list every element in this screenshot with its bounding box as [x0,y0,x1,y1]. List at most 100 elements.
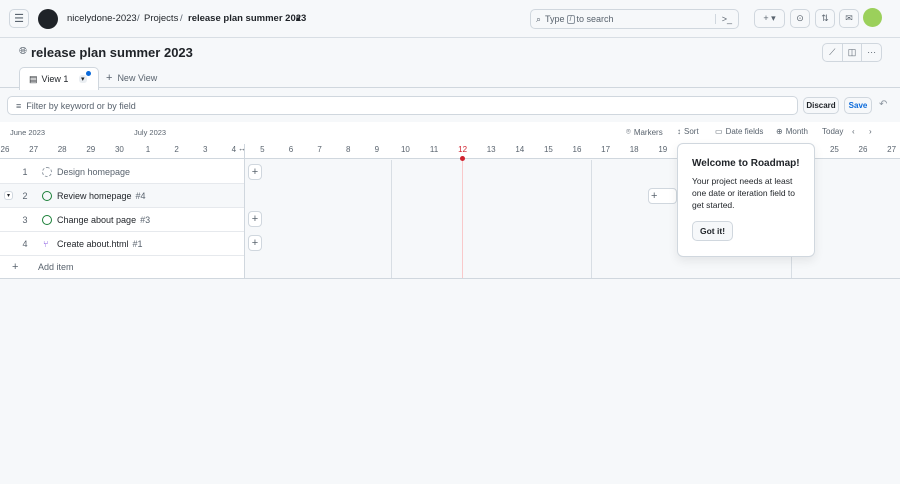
previous-button[interactable]: ‹ [852,127,855,136]
chevron-right-icon: › [869,127,872,136]
day-label: 30 [114,145,124,154]
inbox-button[interactable]: ✉ [839,9,859,28]
day-label: 27 [29,145,39,154]
day-label: 3 [202,145,208,154]
week-line [391,160,392,278]
day-label: 15 [543,145,553,154]
day-label: 19 [658,145,668,154]
breadcrumb-project[interactable]: release plan summer 2023 [188,13,306,24]
popover-body: Your project needs at least one date or … [692,176,796,210]
day-label: 18 [629,145,639,154]
chevron-left-icon: ‹ [852,127,855,136]
view-options-chevron-icon[interactable]: ▾ [79,75,87,83]
day-label: 12 [458,145,468,154]
avatar[interactable] [863,8,882,27]
day-label: 26 [858,145,868,154]
tab-view-1[interactable]: ▤ View 1 ▾ [19,67,99,90]
day-label: 5 [260,145,265,154]
marker-icon: ⌾ [626,127,631,136]
markers-button[interactable]: ⌾ Markers [626,127,663,137]
open-issue-icon [42,214,52,225]
day-label: 16 [572,145,582,154]
hamburger-icon: ☰ [14,13,24,25]
add-date-button[interactable]: + [248,164,262,180]
filter-icon: ≡ [16,100,22,111]
month-label: July 2023 [134,128,167,137]
filter-input[interactable]: ≡ Filter by keyword or by field [7,96,798,115]
github-logo-icon[interactable] [38,9,58,29]
plus-icon: + ▾ [763,13,776,23]
table-row[interactable]: 3 Change about page #3 [0,208,244,232]
day-label: 9 [374,145,380,154]
zoom-level-button[interactable]: ⊕ Month [776,127,808,136]
search-input[interactable]: ⌕ Type / to search >_ [530,9,739,29]
search-icon: ⌕ [536,13,542,24]
undo-icon[interactable]: ↶ [879,99,887,110]
issue-icon: ⊙ [796,13,804,23]
day-label: 1 [145,145,151,154]
inbox-icon: ✉ [845,13,853,23]
day-label: 2 [174,145,179,154]
day-label: 8 [345,145,351,154]
lock-icon: 🔒︎ [296,13,301,22]
unsaved-changes-dot [86,71,91,76]
table-icon: ▤ [29,73,38,84]
got-it-button[interactable]: Got it! [692,221,734,241]
next-button[interactable]: › [869,127,872,136]
pull-request-icon: ⇅ [821,13,829,23]
day-label: 11 [429,145,439,154]
day-label: 7 [317,145,322,154]
create-new-button[interactable]: + ▾ [754,9,785,28]
table-row[interactable]: ▾ 2 Review homepage #4 [0,184,244,208]
side-panel-icon[interactable]: ◫ [843,44,863,61]
today-marker [460,156,465,161]
sort-icon: ↕ [677,127,681,136]
add-date-button[interactable]: + [248,211,262,227]
pull-requests-button[interactable]: ⇅ [815,9,835,28]
menu-button[interactable]: ☰ [9,9,29,28]
open-issue-icon [42,190,52,201]
day-label: 17 [601,145,611,154]
command-palette-icon[interactable]: >_ [714,14,732,24]
month-label: June 2023 [10,128,46,137]
popover-title: Welcome to Roadmap! [692,158,800,169]
new-view-button[interactable]: + New View [106,67,157,89]
insights-icon[interactable]: ⟋ [823,44,843,61]
day-label: 25 [829,145,839,154]
breadcrumb-projects[interactable]: Projects [144,13,178,24]
day-label: 26 [0,145,10,154]
today-line [462,160,463,278]
panel-divider[interactable] [244,144,245,278]
draft-icon [42,166,52,177]
breadcrumb-separator: / [137,13,140,24]
more-options-icon[interactable]: ··· [862,44,881,61]
week-line [591,160,592,278]
breadcrumb-separator: / [180,13,183,24]
table-row[interactable]: 4 ⑂ Create about.html #1 [0,232,244,256]
day-label: 27 [887,145,897,154]
breadcrumb-owner[interactable]: nicelydone-2023 [67,13,137,24]
row-menu-button[interactable]: ▾ [4,191,14,200]
add-item-row[interactable]: + Add item [0,256,244,278]
pull-request-icon: ⑂ [43,238,49,249]
welcome-popover: Welcome to Roadmap! Your project needs a… [677,143,815,257]
sort-button[interactable]: ↕ Sort [677,127,699,136]
day-label: 28 [57,145,67,154]
date-fields-button[interactable]: ▭ Date fields [715,127,763,136]
day-label: 13 [486,145,496,154]
plus-icon: + [106,72,113,84]
plus-icon: + [12,261,19,273]
save-button[interactable]: Save [844,97,872,114]
project-actions: ⟋ ◫ ··· [822,43,882,62]
day-label: 6 [288,145,294,154]
day-label: 14 [515,145,525,154]
add-date-button[interactable]: + [648,188,677,204]
zoom-icon: ⊕ [776,127,783,136]
resize-handle-icon[interactable]: ↔ [238,144,246,153]
issues-button[interactable]: ⊙ [790,9,810,28]
page-title: release plan summer 2023 [31,45,193,60]
table-row[interactable]: 1 Design homepage [0,160,244,184]
add-date-button[interactable]: + [248,235,262,251]
today-button[interactable]: Today [822,127,843,136]
discard-button[interactable]: Discard [803,97,839,114]
